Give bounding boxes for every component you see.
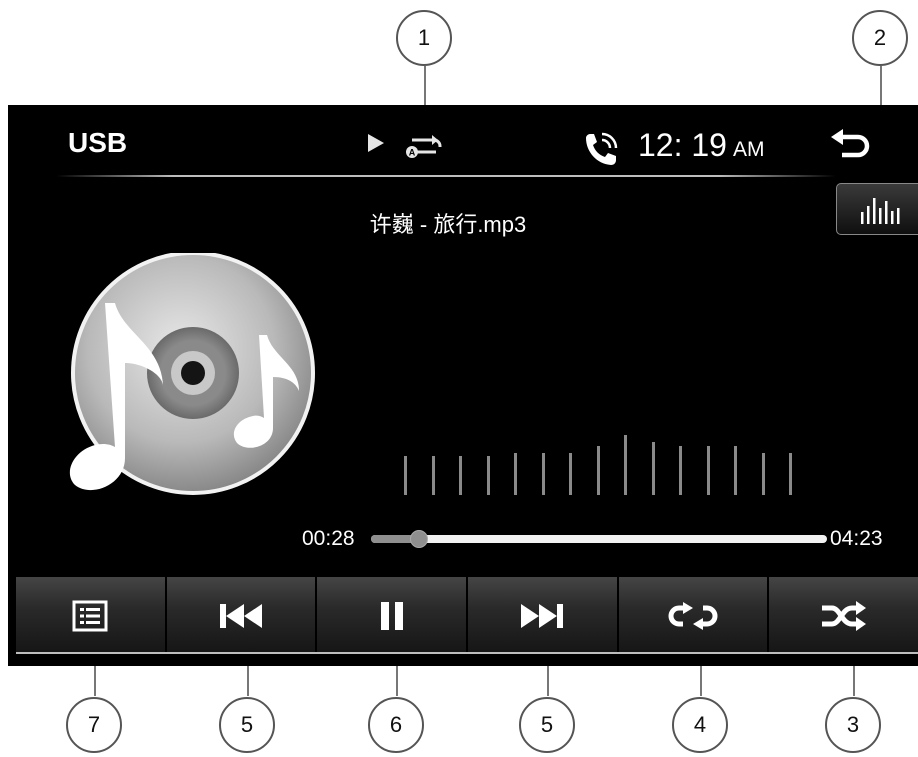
- control-bar-underline: [16, 652, 918, 654]
- header-divider: [56, 175, 836, 177]
- pause-icon: [380, 601, 403, 630]
- total-time: 04:23: [830, 527, 883, 550]
- callout-number: 1: [417, 25, 431, 50]
- next-track-icon: [521, 603, 564, 628]
- clock: 12: 19 AM: [638, 127, 764, 164]
- previous-track-icon: [220, 603, 262, 628]
- pause-button[interactable]: [317, 577, 469, 654]
- repeat-button[interactable]: [618, 577, 770, 654]
- callout-4: 4: [672, 697, 728, 753]
- spectrum-bar: [569, 453, 572, 495]
- callout-number: 4: [693, 712, 707, 737]
- spectrum-bar: [734, 446, 737, 495]
- spectrum-bar: [679, 446, 682, 495]
- callout-5-next: 5: [519, 697, 575, 753]
- spectrum-bar: [459, 456, 462, 495]
- spectrum-bar: [486, 456, 490, 495]
- spectrum-bar: [404, 456, 407, 495]
- progress-knob[interactable]: [410, 530, 429, 548]
- callout-number: 5: [540, 712, 554, 737]
- spectrum-bar: [651, 442, 655, 495]
- progress-bar[interactable]: [371, 530, 827, 548]
- spectrum-bar: [514, 453, 517, 495]
- music-disc-icon: [69, 253, 315, 495]
- equalizer-icon: [861, 198, 900, 224]
- callout-5-previous: 5: [219, 697, 275, 753]
- repeat-all-icon: A: [406, 135, 442, 158]
- clock-ampm: AM: [732, 138, 765, 161]
- callout-number: 3: [846, 712, 860, 737]
- spectrum-bar: [596, 446, 600, 495]
- svg-text:A: A: [409, 148, 416, 158]
- playlist-button[interactable]: [16, 577, 167, 654]
- callout-7: 7: [66, 697, 122, 753]
- spectrum-bar: [789, 453, 792, 495]
- callout-number: 6: [389, 712, 403, 737]
- shuffle-button[interactable]: [769, 577, 918, 654]
- spectrum-bar: [706, 446, 710, 495]
- bluetooth-phone-icon[interactable]: [580, 130, 620, 170]
- next-track-button[interactable]: [468, 577, 619, 654]
- equalizer-button[interactable]: [836, 183, 918, 235]
- callout-6: 6: [368, 697, 424, 753]
- callout-3: 3: [825, 697, 881, 753]
- callout-2: 2: [852, 10, 908, 66]
- repeat-icon: [668, 601, 718, 630]
- playlist-icon: [72, 600, 108, 631]
- clock-time: 12: 19: [638, 127, 727, 163]
- audio-spectrum: [396, 425, 806, 495]
- source-label: USB: [68, 127, 128, 158]
- play-icon: [368, 134, 384, 152]
- control-bar: [16, 577, 918, 654]
- back-icon[interactable]: [828, 129, 876, 165]
- previous-track-button[interactable]: [166, 577, 318, 654]
- spectrum-bar: [431, 456, 435, 495]
- callout-number: 7: [87, 712, 101, 737]
- track-title: 许巍 - 旅行.mp3: [369, 212, 527, 237]
- callout-1: 1: [396, 10, 452, 66]
- media-player-screen: USB A 12: 19 AM 许巍 - 旅行.mp3 00:28 04:23: [8, 105, 918, 666]
- callout-number: 2: [873, 25, 887, 50]
- callout-number: 5: [240, 712, 254, 737]
- elapsed-time: 00:28: [302, 527, 355, 550]
- spectrum-bar: [624, 435, 627, 495]
- spectrum-bar: [761, 453, 765, 495]
- shuffle-icon: [821, 600, 866, 631]
- spectrum-bar: [541, 453, 545, 495]
